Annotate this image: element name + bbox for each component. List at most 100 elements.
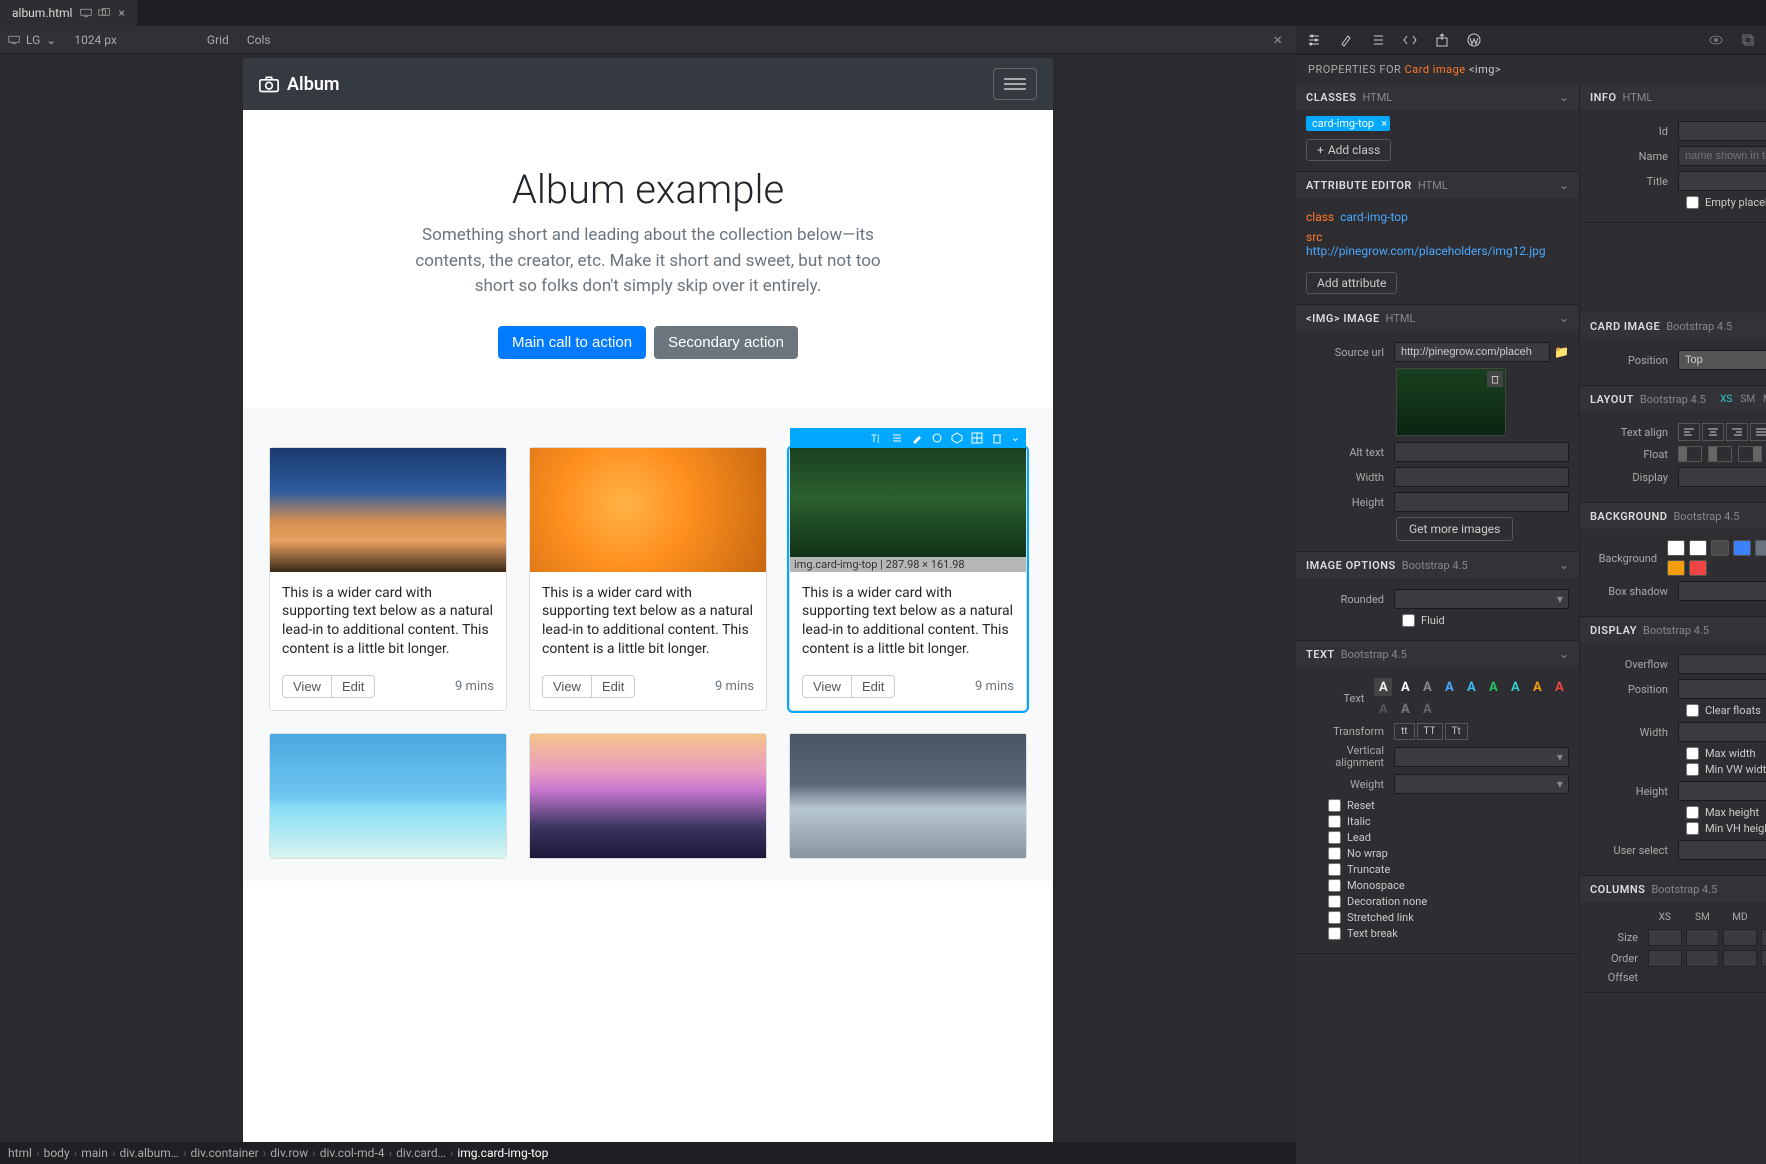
card-image[interactable]	[270, 734, 506, 858]
color-A[interactable]: A	[1396, 700, 1414, 718]
card[interactable]: This is a wider card with supporting tex…	[269, 447, 507, 712]
align-justify-button[interactable]	[1750, 423, 1766, 441]
cols-toggle[interactable]: Cols	[247, 33, 271, 47]
grid-toggle[interactable]: Grid	[207, 33, 229, 47]
float-none-button[interactable]	[1678, 446, 1702, 462]
card[interactable]: This is a wider card with supporting tex…	[529, 447, 767, 712]
tab-close-icon[interactable]: ×	[118, 6, 124, 20]
col-input[interactable]	[1723, 950, 1757, 967]
col-input[interactable]	[1723, 929, 1757, 946]
card-image[interactable]	[790, 734, 1026, 858]
navbar-brand[interactable]: Album	[259, 74, 340, 95]
text-opt-checkbox[interactable]	[1328, 799, 1341, 812]
position-select[interactable]: Top	[1678, 350, 1766, 370]
crumb[interactable]: div.row	[270, 1146, 308, 1160]
remove-chip-icon[interactable]: ×	[1381, 117, 1387, 130]
grid-icon[interactable]	[971, 432, 983, 444]
id-input[interactable]	[1678, 121, 1766, 141]
size-sm[interactable]: SM	[1740, 394, 1755, 405]
card-image[interactable]	[530, 448, 766, 572]
card[interactable]	[529, 733, 767, 859]
color-A[interactable]: A	[1550, 678, 1568, 696]
crumb[interactable]: div.card…	[396, 1146, 446, 1160]
edit-icon[interactable]	[911, 432, 923, 444]
text-opt-checkbox[interactable]	[1328, 927, 1341, 940]
col-input[interactable]	[1761, 929, 1766, 946]
crumb[interactable]: body	[44, 1146, 70, 1160]
edit-button[interactable]: Edit	[332, 675, 375, 698]
info-section-header[interactable]: INFO HTML ⌄	[1580, 84, 1766, 110]
sliders-icon[interactable]	[1306, 32, 1322, 48]
bg-swatch[interactable]	[1689, 560, 1707, 576]
file-tab[interactable]: album.html ×	[0, 0, 137, 26]
height-input[interactable]	[1394, 492, 1569, 512]
float-right-button[interactable]	[1738, 446, 1762, 462]
crumb[interactable]: main	[81, 1146, 108, 1160]
col-input[interactable]	[1648, 950, 1682, 967]
background-section-header[interactable]: BACKGROUND Bootstrap 4.5 ⌄	[1580, 503, 1766, 529]
clear-floats-checkbox[interactable]	[1686, 704, 1699, 717]
text-opt-checkbox[interactable]	[1328, 895, 1341, 908]
color-A[interactable]: A	[1462, 678, 1480, 696]
device-selector[interactable]: LG ⌄	[8, 33, 56, 47]
col-input[interactable]	[1686, 929, 1720, 946]
bg-swatch[interactable]	[1711, 540, 1729, 556]
secondary-cta-button[interactable]: Secondary action	[654, 326, 798, 359]
col-input[interactable]	[1686, 950, 1720, 967]
fluid-checkbox[interactable]	[1402, 614, 1415, 627]
target-icon[interactable]	[931, 432, 943, 444]
list-icon[interactable]	[1370, 32, 1386, 48]
classes-section-header[interactable]: CLASSES HTML ⌄	[1296, 84, 1579, 110]
float-left-button[interactable]	[1708, 446, 1732, 462]
text-opt-checkbox[interactable]	[1328, 911, 1341, 924]
transform-upper-button[interactable]: TT	[1417, 723, 1443, 740]
name-input[interactable]	[1678, 146, 1766, 166]
shadow-select[interactable]	[1678, 581, 1766, 601]
weight-select[interactable]	[1394, 774, 1569, 794]
code-icon[interactable]	[1402, 32, 1418, 48]
color-A[interactable]: A	[1418, 700, 1436, 718]
crumb[interactable]: div.container	[190, 1146, 258, 1160]
transform-capitalize-button[interactable]: Tt	[1445, 723, 1468, 740]
attr-editor-header[interactable]: ATTRIBUTE EDITOR HTML ⌄	[1296, 172, 1579, 198]
overflow-select[interactable]	[1678, 654, 1766, 674]
valign-select[interactable]	[1394, 747, 1569, 767]
align-left-button[interactable]	[1678, 423, 1700, 441]
view-button[interactable]: View	[802, 675, 852, 698]
bg-swatch[interactable]	[1733, 540, 1751, 556]
copy-icon[interactable]	[1740, 32, 1756, 48]
text-opt-checkbox[interactable]	[1328, 879, 1341, 892]
trash-icon[interactable]	[991, 432, 1003, 444]
align-center-button[interactable]	[1702, 423, 1724, 441]
hexagon-icon[interactable]	[951, 432, 963, 444]
sliders-icon[interactable]	[891, 432, 903, 444]
folder-icon[interactable]: 📁	[1554, 345, 1569, 359]
card-image[interactable]	[530, 734, 766, 858]
color-A[interactable]: A	[1440, 678, 1458, 696]
card-image-selected[interactable]: img.card-img-top | 287.98 × 161.98	[790, 448, 1026, 572]
col-input[interactable]	[1761, 950, 1766, 967]
max-height-checkbox[interactable]	[1686, 806, 1699, 819]
edit-button[interactable]: Edit	[592, 675, 635, 698]
rounded-select[interactable]	[1394, 589, 1569, 609]
min-vw-checkbox[interactable]	[1686, 763, 1699, 776]
card-selected[interactable]: T| ⌄ img.card-im	[789, 447, 1027, 712]
transform-lower-button[interactable]: tt	[1394, 723, 1415, 740]
color-A[interactable]: A	[1374, 678, 1392, 696]
add-attribute-button[interactable]: Add attribute	[1306, 272, 1397, 294]
width-select[interactable]	[1678, 722, 1766, 742]
class-chip[interactable]: card-img-top×	[1306, 116, 1390, 131]
text-section-header[interactable]: TEXT Bootstrap 4.5 ⌄	[1296, 641, 1579, 667]
display-section-header[interactable]: DISPLAY Bootstrap 4.5 ⌄	[1580, 617, 1766, 643]
delete-image-button[interactable]	[1487, 371, 1503, 387]
position-select[interactable]	[1678, 679, 1766, 699]
color-A[interactable]: A	[1374, 700, 1392, 718]
crumb[interactable]: div.col-md-4	[320, 1146, 385, 1160]
view-button[interactable]: View	[542, 675, 592, 698]
bg-swatch[interactable]	[1667, 560, 1685, 576]
color-A[interactable]: A	[1418, 678, 1436, 696]
bg-swatch[interactable]	[1689, 540, 1707, 556]
canvas[interactable]: Album Album example Something short and …	[243, 58, 1053, 1142]
edit-button[interactable]: Edit	[852, 675, 895, 698]
export-icon[interactable]	[1434, 32, 1450, 48]
